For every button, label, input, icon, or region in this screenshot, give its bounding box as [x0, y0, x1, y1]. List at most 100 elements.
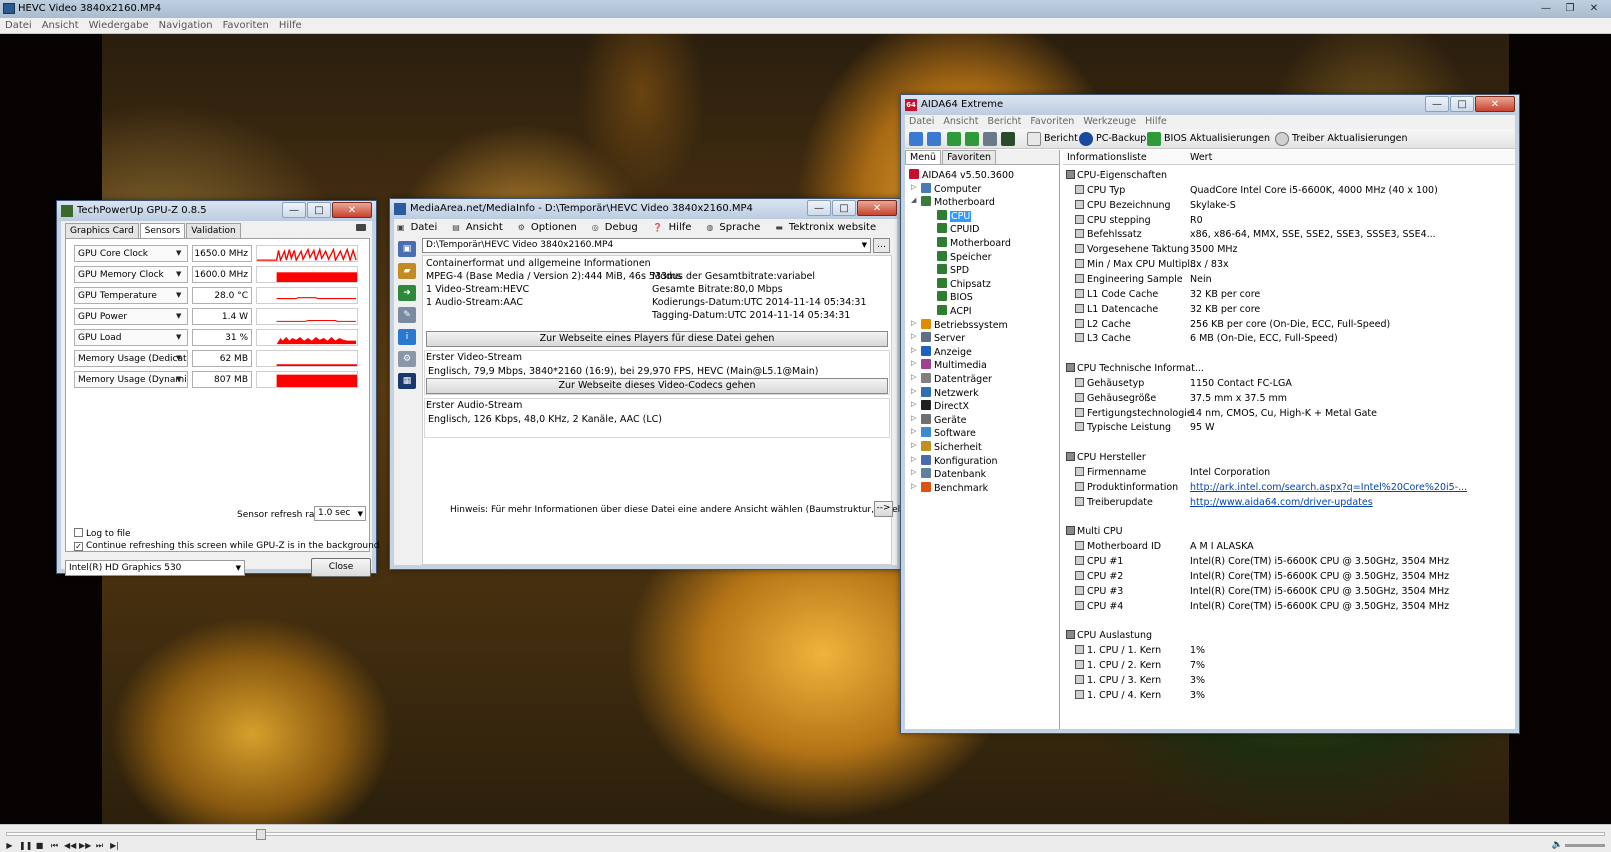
- expand-icon[interactable]: ▷: [911, 332, 916, 340]
- info-row[interactable]: Min / Max CPU Multipl... 8x / 83x: [1063, 257, 1515, 272]
- tab-graphics-card[interactable]: Graphics Card: [65, 223, 139, 238]
- volume-icon[interactable]: 🔈: [1552, 840, 1563, 850]
- seek-thumb[interactable]: [256, 829, 266, 840]
- backup-icon[interactable]: [1079, 132, 1093, 146]
- menu-tektronix[interactable]: ▬ Tektronix website: [772, 219, 888, 236]
- rewind-icon[interactable]: ◀◀: [64, 840, 76, 851]
- expand-icon[interactable]: ▷: [911, 441, 916, 449]
- menu-ansicht[interactable]: ▤ Ansicht: [449, 219, 515, 236]
- refresh-rate-select[interactable]: 1.0 sec ▼: [314, 506, 366, 521]
- close-icon[interactable]: ✕: [1583, 2, 1605, 16]
- menu-ansicht[interactable]: Ansicht: [37, 18, 84, 33]
- info-row[interactable]: Befehlssatz x86, x86-64, MMX, SSE, SSE2, …: [1063, 227, 1515, 242]
- column-header-field[interactable]: Informationsliste: [1067, 152, 1147, 163]
- tab-favoriten[interactable]: Favoriten: [942, 150, 997, 164]
- info-row[interactable]: L3 Cache 6 MB (On-Die, ECC, Full-Speed): [1063, 331, 1515, 346]
- player-website-button[interactable]: Zur Webseite eines Players für diese Dat…: [426, 331, 888, 347]
- info-row[interactable]: Gehäusegröße 37.5 mm x 37.5 mm: [1063, 391, 1515, 406]
- chevron-down-icon[interactable]: ▼: [176, 375, 181, 383]
- info-row[interactable]: L1 Code Cache 32 KB per core: [1063, 287, 1515, 302]
- stop-icon[interactable]: ■: [34, 840, 45, 851]
- up-icon[interactable]: [947, 132, 961, 146]
- tree-item[interactable]: ▷ Netzwerk: [911, 386, 979, 399]
- field-link[interactable]: http://www.aida64.com/driver-updates: [1190, 497, 1373, 508]
- menu-hilfe[interactable]: Hilfe: [1141, 115, 1172, 129]
- bios-update-button[interactable]: BIOS Aktualisierungen: [1164, 133, 1270, 144]
- maximize-icon[interactable]: □: [832, 200, 856, 216]
- tab-menu[interactable]: Menü: [905, 150, 942, 164]
- menu-datei[interactable]: Datei: [905, 115, 939, 129]
- info-row[interactable]: CPU #2 Intel(R) Core(TM) i5-6600K CPU @ 3…: [1063, 569, 1515, 584]
- info-row[interactable]: Motherboard ID A M I ALASKA: [1063, 539, 1515, 554]
- continue-refreshing-checkbox[interactable]: ✓ Continue refreshing this screen while G…: [74, 541, 380, 551]
- sensor-label[interactable]: GPU Power: [74, 308, 188, 325]
- seek-bar[interactable]: [6, 829, 1605, 840]
- chevron-down-icon[interactable]: ▼: [176, 270, 181, 278]
- info-row[interactable]: CPU #4 Intel(R) Core(TM) i5-6600K CPU @ 3…: [1063, 599, 1515, 614]
- skip-end-icon[interactable]: ⏭: [94, 840, 105, 851]
- tree-item[interactable]: Chipsatz: [937, 277, 991, 290]
- download-icon[interactable]: [1147, 132, 1161, 146]
- menu-wiedergabe[interactable]: Wiedergabe: [84, 18, 154, 33]
- expand-icon[interactable]: ▷: [911, 482, 916, 490]
- menu-sprache[interactable]: ◍ Sprache: [703, 219, 772, 236]
- field-link[interactable]: http://ark.intel.com/search.aspx?q=Intel…: [1190, 482, 1467, 493]
- tree-item[interactable]: ▷ Anzeige: [911, 345, 972, 358]
- info-row[interactable]: Treiberupdate http://www.aida64.com/drive…: [1063, 495, 1515, 510]
- open-folder-icon[interactable]: ▰: [398, 263, 416, 279]
- tree-item[interactable]: ACPI: [937, 305, 972, 317]
- export-icon[interactable]: ➜: [398, 285, 416, 301]
- tree-item[interactable]: ▷ Multimedia: [911, 359, 987, 371]
- more-views-button[interactable]: -->: [874, 501, 893, 517]
- tree-item[interactable]: CPU: [937, 209, 972, 222]
- tree-item[interactable]: ▷ Software: [911, 427, 976, 439]
- minimize-icon[interactable]: —: [1535, 2, 1557, 16]
- driver-update-button[interactable]: Treiber Aktualisierungen: [1292, 133, 1408, 144]
- info-row[interactable]: CPU Bezeichnung Skylake-S: [1063, 198, 1515, 213]
- open-file-icon[interactable]: ▣: [398, 241, 416, 257]
- minimize-icon[interactable]: —: [807, 200, 831, 216]
- back-icon[interactable]: [909, 132, 923, 146]
- search-icon[interactable]: [1275, 132, 1289, 146]
- expand-icon[interactable]: ◢: [911, 196, 916, 204]
- tree-item[interactable]: ▷ Geräte: [911, 413, 967, 426]
- expand-icon[interactable]: ▷: [911, 468, 916, 476]
- minimize-icon[interactable]: —: [282, 202, 306, 218]
- menu-bericht[interactable]: Bericht: [983, 115, 1026, 129]
- tree-item[interactable]: ▷ Betriebssystem: [911, 318, 1008, 331]
- sensor-label[interactable]: GPU Core Clock: [74, 245, 188, 262]
- report-icon[interactable]: [1027, 132, 1041, 146]
- expand-icon[interactable]: ▷: [911, 455, 916, 463]
- menu-optionen[interactable]: ⚙ Optionen: [515, 219, 589, 236]
- sensor-label[interactable]: GPU Temperature: [74, 287, 188, 304]
- info-row[interactable]: CPU Typ QuadCore Intel Core i5-6600K, 400…: [1063, 183, 1515, 198]
- tab-sensors[interactable]: Sensors: [139, 223, 186, 238]
- tree-item[interactable]: ▷ DirectX: [911, 400, 969, 412]
- menu-hilfe[interactable]: Hilfe: [274, 18, 307, 33]
- expand-icon[interactable]: ▷: [911, 373, 916, 381]
- sensor-label[interactable]: Memory Usage (Dynamic): [74, 371, 188, 388]
- info-row[interactable]: Engineering Sample Nein: [1063, 272, 1515, 287]
- camera-icon[interactable]: [356, 224, 366, 231]
- info-row[interactable]: Typische Leistung 95 W: [1063, 420, 1515, 435]
- tree-item[interactable]: ▷ Datenbank: [911, 468, 986, 480]
- menu-hilfe[interactable]: ❓ Hilfe: [650, 219, 704, 236]
- minimize-icon[interactable]: —: [1425, 96, 1449, 112]
- skip-start-icon[interactable]: ⏮: [49, 840, 60, 851]
- expand-icon[interactable]: ▷: [911, 427, 916, 435]
- close-icon[interactable]: ✕: [1475, 96, 1515, 112]
- tree-item[interactable]: ▷ Benchmark: [911, 481, 988, 494]
- tree-item[interactable]: Speicher: [937, 250, 992, 263]
- tree-item[interactable]: Motherboard: [937, 237, 1011, 249]
- tree-item[interactable]: ▷ Server: [911, 332, 965, 344]
- tree-item[interactable]: ▷ Datenträger: [911, 373, 992, 385]
- tree-item[interactable]: ◢ Motherboard: [911, 196, 995, 208]
- tree-item[interactable]: AIDA64 v5.50.3600: [909, 169, 1014, 181]
- close-button[interactable]: Close: [311, 558, 371, 577]
- tree-item[interactable]: ▷ Computer: [911, 182, 981, 195]
- play-icon[interactable]: ▶: [4, 840, 15, 851]
- preferences-icon[interactable]: ⚙: [398, 351, 416, 367]
- chart-icon[interactable]: [1001, 132, 1015, 146]
- expand-icon[interactable]: ▷: [911, 414, 916, 422]
- tree-item[interactable]: ▷ Sicherheit: [911, 441, 982, 453]
